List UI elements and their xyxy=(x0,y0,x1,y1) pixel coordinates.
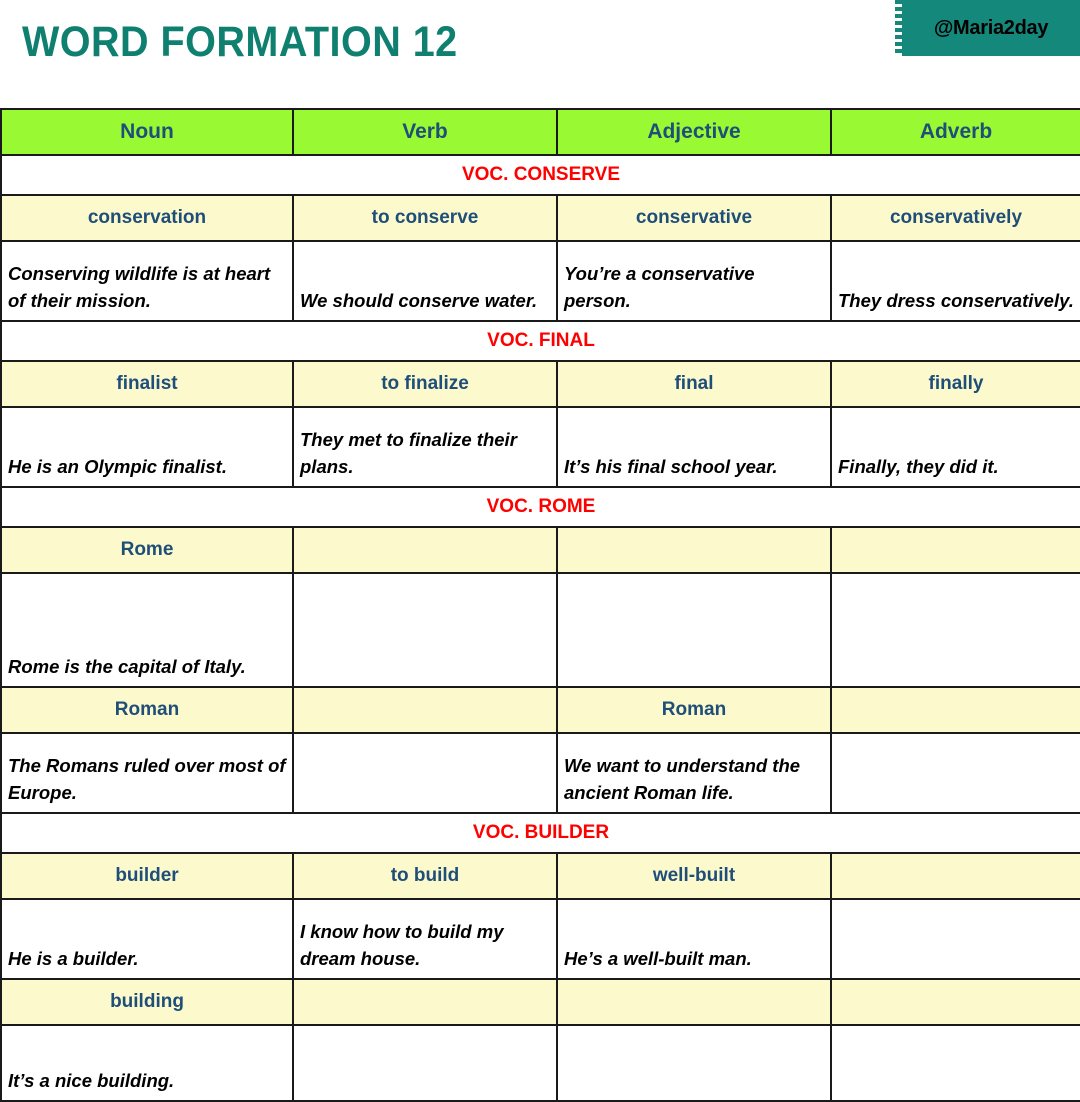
brand-badge-label: @Maria2day xyxy=(933,16,1049,39)
example-cell: It’s a nice building. xyxy=(0,1024,294,1102)
word-cell: Roman xyxy=(0,686,294,734)
word-row: building xyxy=(0,978,1080,1026)
example-cell: He is a builder. xyxy=(0,898,294,980)
example-cell xyxy=(556,1024,832,1102)
example-cell xyxy=(830,1024,1080,1102)
example-row: Rome is the capital of Italy. xyxy=(0,572,1080,688)
word-cell xyxy=(830,978,1080,1026)
word-cell xyxy=(292,526,558,574)
example-cell: Conserving wildlife is at heart of their… xyxy=(0,240,294,322)
section-title-row: VOC. FINAL xyxy=(0,320,1080,362)
word-cell xyxy=(830,686,1080,734)
example-cell: He is an Olympic finalist. xyxy=(0,406,294,488)
example-cell xyxy=(830,732,1080,814)
page-title: WORD FORMATION 12 xyxy=(22,18,458,66)
example-cell xyxy=(292,572,558,688)
word-cell: Roman xyxy=(556,686,832,734)
column-header-noun: Noun xyxy=(0,108,294,156)
word-cell xyxy=(556,526,832,574)
example-row: He is an Olympic finalist. They met to fi… xyxy=(0,406,1080,488)
example-row: The Romans ruled over most of Europe. We … xyxy=(0,732,1080,814)
word-formation-table: Noun Verb Adjective Adverb VOC. CONSERVE… xyxy=(0,108,1080,1102)
example-cell xyxy=(830,898,1080,980)
example-row: He is a builder. I know how to build my d… xyxy=(0,898,1080,980)
example-cell: They dress conservatively. xyxy=(830,240,1080,322)
example-cell xyxy=(556,572,832,688)
section-title-row: VOC. CONSERVE xyxy=(0,154,1080,196)
word-cell xyxy=(292,978,558,1026)
column-header-verb: Verb xyxy=(292,108,558,156)
section-title-row: VOC. BUILDER xyxy=(0,812,1080,854)
word-cell: to conserve xyxy=(292,194,558,242)
example-row: Conserving wildlife is at heart of their… xyxy=(0,240,1080,322)
word-row: Rome xyxy=(0,526,1080,574)
table-body: VOC. CONSERVE conservation to conserve cons… xyxy=(0,154,1080,1102)
word-cell xyxy=(556,978,832,1026)
word-cell: to build xyxy=(292,852,558,900)
word-cell: conservative xyxy=(556,194,832,242)
word-cell: finalist xyxy=(0,360,294,408)
example-cell: We want to understand the ancient Roman … xyxy=(556,732,832,814)
example-cell xyxy=(830,572,1080,688)
word-row: Roman Roman xyxy=(0,686,1080,734)
section-title: VOC. CONSERVE xyxy=(0,154,1080,196)
example-cell xyxy=(292,1024,558,1102)
example-cell xyxy=(292,732,558,814)
example-cell: He’s a well-built man. xyxy=(556,898,832,980)
section-title: VOC. FINAL xyxy=(0,320,1080,362)
example-row: It’s a nice building. xyxy=(0,1024,1080,1102)
word-cell: to finalize xyxy=(292,360,558,408)
word-row: finalist to finalize final finally xyxy=(0,360,1080,408)
example-cell: They met to finalize their plans. xyxy=(292,406,558,488)
word-cell: Rome xyxy=(0,526,294,574)
section-title: VOC. ROME xyxy=(0,486,1080,528)
example-cell: It’s his final school year. xyxy=(556,406,832,488)
word-cell: building xyxy=(0,978,294,1026)
word-cell: conservation xyxy=(0,194,294,242)
table-header-row: Noun Verb Adjective Adverb xyxy=(0,108,1080,156)
brand-badge: @Maria2day xyxy=(895,0,1080,56)
word-cell xyxy=(830,526,1080,574)
column-header-adjective: Adjective xyxy=(556,108,832,156)
section-title-row: VOC. ROME xyxy=(0,486,1080,528)
example-cell: Finally, they did it. xyxy=(830,406,1080,488)
word-cell: builder xyxy=(0,852,294,900)
word-cell: final xyxy=(556,360,832,408)
example-cell: The Romans ruled over most of Europe. xyxy=(0,732,294,814)
word-row: conservation to conserve conservative conse… xyxy=(0,194,1080,242)
example-cell: You’re a conservative person. xyxy=(556,240,832,322)
word-cell: well-built xyxy=(556,852,832,900)
word-row: builder to build well-built xyxy=(0,852,1080,900)
example-cell: We should conserve water. xyxy=(292,240,558,322)
column-header-adverb: Adverb xyxy=(830,108,1080,156)
word-cell xyxy=(292,686,558,734)
word-cell: finally xyxy=(830,360,1080,408)
word-cell xyxy=(830,852,1080,900)
example-cell: I know how to build my dream house. xyxy=(292,898,558,980)
word-cell: conservatively xyxy=(830,194,1080,242)
example-cell: Rome is the capital of Italy. xyxy=(0,572,294,688)
page-header: WORD FORMATION 12 @Maria2day xyxy=(0,0,1080,108)
section-title: VOC. BUILDER xyxy=(0,812,1080,854)
